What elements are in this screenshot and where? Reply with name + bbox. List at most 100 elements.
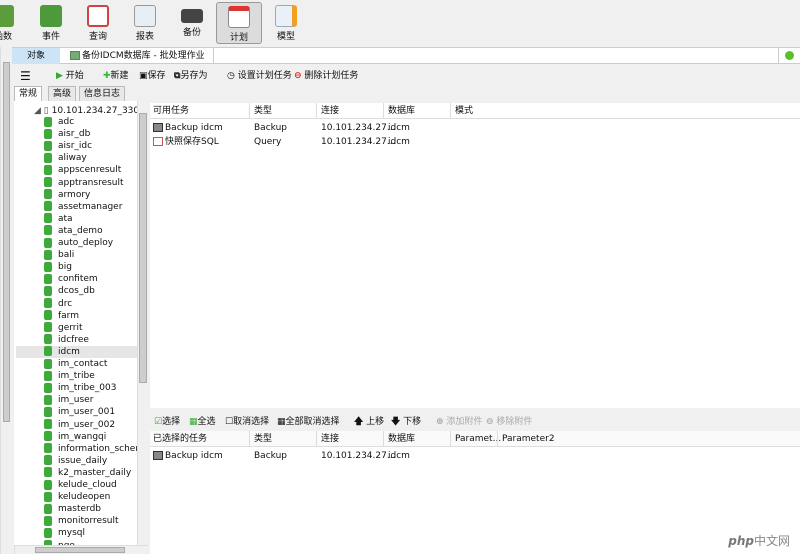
tree-item-confitem[interactable]: confitem [44, 273, 98, 285]
add-attachment-button[interactable]: ⊕ 添加附件 [436, 416, 482, 428]
column-divider[interactable] [316, 103, 317, 119]
left-scrollbar[interactable] [0, 47, 12, 554]
column-header[interactable]: 连接 [321, 103, 339, 119]
toolbar-event[interactable]: 事件 [28, 2, 74, 44]
database-icon [44, 189, 52, 200]
tree-item-keludeopen[interactable]: keludeopen [44, 491, 110, 503]
tree-item-gerrit[interactable]: gerrit [44, 322, 83, 334]
column-divider[interactable] [383, 431, 384, 447]
column-divider[interactable] [316, 431, 317, 447]
tree-item-information_schema[interactable]: information_schema [44, 443, 137, 455]
tree-item-auto_deploy[interactable]: auto_deploy [44, 237, 113, 249]
column-header[interactable]: 类型 [254, 431, 272, 447]
select-all-button[interactable]: ▦全选 [189, 416, 216, 428]
start-button[interactable]: ▶ 开始 [56, 70, 84, 82]
tree-item-masterdb[interactable]: masterdb [44, 503, 101, 515]
move-up-button[interactable]: 🡅 上移 [354, 416, 384, 428]
tab-info-log[interactable]: 信息日志 [79, 86, 126, 101]
toolbar-backup[interactable]: 备份 [169, 2, 215, 44]
tree-item-im_user_001[interactable]: im_user_001 [44, 406, 115, 418]
set-schedule-button[interactable]: ◷ 设置计划任务 [227, 70, 292, 82]
tab-objects[interactable]: 对象 [12, 48, 60, 64]
new-button[interactable]: ✚新建 [103, 70, 129, 82]
menu-icon[interactable]: ☰ [20, 70, 31, 82]
tree-item-issue_daily[interactable]: issue_daily [44, 455, 107, 467]
tree-item-apptransresult[interactable]: apptransresult [44, 177, 124, 189]
tree-item-bali[interactable]: bali [44, 249, 74, 261]
tree-item-k2_master_daily[interactable]: k2_master_daily [44, 467, 131, 479]
tab-general[interactable]: 常规 [14, 86, 43, 101]
column-header[interactable]: 模式 [455, 103, 473, 119]
tab-batch-job[interactable]: 备份IDCM数据库 - 批处理作业 [62, 48, 214, 64]
tree-item-assetmanager[interactable]: assetmanager [44, 201, 122, 213]
selected-tasks-header: 已选择的任务 类型 连接 数据库 Paramet... Parameter2 [150, 431, 800, 447]
column-divider[interactable] [249, 103, 250, 119]
column-divider[interactable] [249, 431, 250, 447]
toolbar-report[interactable]: 报表 [122, 2, 168, 44]
toolbar-model[interactable]: 模型 [263, 2, 309, 44]
tree-item-adc[interactable]: adc [44, 116, 74, 128]
column-header[interactable]: 数据库 [388, 431, 415, 447]
column-header[interactable]: Paramet... [455, 431, 501, 447]
column-header[interactable]: 数据库 [388, 103, 415, 119]
table-cell: Backup [254, 451, 287, 461]
tree-item-mysql[interactable]: mysql [44, 527, 85, 539]
tree-hscrollbar[interactable] [14, 545, 148, 554]
database-icon [44, 515, 52, 526]
toolbar-function[interactable]: 函数 [0, 2, 26, 44]
toolbar-schedule[interactable]: 计划 [216, 2, 262, 44]
tree-item-aliway[interactable]: aliway [44, 152, 87, 164]
tree-item-drc[interactable]: drc [44, 298, 72, 310]
tree-item-farm[interactable]: farm [44, 310, 79, 322]
tree-item-im_user_002[interactable]: im_user_002 [44, 419, 115, 431]
column-divider[interactable] [497, 431, 498, 447]
tree-item-im_wangqi[interactable]: im_wangqi [44, 431, 106, 443]
add-tab-button[interactable] [778, 48, 800, 64]
column-divider[interactable] [383, 103, 384, 119]
tree-item-big[interactable]: big [44, 261, 72, 273]
toolbar-query[interactable]: 查询 [75, 2, 121, 44]
select-button[interactable]: ☑选择 [154, 416, 180, 428]
move-down-button[interactable]: 🡇 下移 [391, 416, 421, 428]
deselect-all-button[interactable]: ▦全部取消选择 [277, 416, 340, 428]
column-divider[interactable] [450, 431, 451, 447]
column-header[interactable]: Parameter2 [502, 431, 555, 447]
tree-item-im_tribe[interactable]: im_tribe [44, 370, 95, 382]
column-header[interactable]: 已选择的任务 [153, 431, 207, 447]
table-row[interactable]: 快照保存SQL Query 10.101.234.27... idcm [150, 136, 800, 149]
tree-item-monitorresult[interactable]: monitorresult [44, 515, 119, 527]
tab-advanced[interactable]: 高级 [48, 86, 77, 101]
database-tree[interactable]: ◢ ▯ 10.101.234.27_3308 adc aisr_db aisr_id… [14, 101, 137, 546]
tree-item-idcfree[interactable]: idcfree [44, 334, 89, 346]
tree-item-aisr_idc[interactable]: aisr_idc [44, 140, 92, 152]
batch-job-icon [70, 51, 80, 60]
tree-item-im_tribe_003[interactable]: im_tribe_003 [44, 382, 116, 394]
column-header[interactable]: 可用任务 [153, 103, 189, 119]
tree-item-ata_demo[interactable]: ata_demo [44, 225, 103, 237]
tree-item-aisr_db[interactable]: aisr_db [44, 128, 90, 140]
clock-icon: ◷ [227, 71, 235, 81]
save-button[interactable]: ▣保存 [139, 70, 166, 82]
tree-item-im_user[interactable]: im_user [44, 394, 93, 406]
tree-item-dcos_db[interactable]: dcos_db [44, 285, 95, 297]
column-divider[interactable] [450, 103, 451, 119]
function-icon [0, 5, 14, 27]
tree-item-appscenresult[interactable]: appscenresult [44, 164, 121, 176]
column-header[interactable]: 连接 [321, 431, 339, 447]
table-row[interactable]: Backup idcm Backup 10.101.234.27... idcm [150, 122, 800, 135]
tree-item-kelude_cloud[interactable]: kelude_cloud [44, 479, 117, 491]
tree-item-im_contact[interactable]: im_contact [44, 358, 107, 370]
deselect-button[interactable]: ☐取消选择 [225, 416, 269, 428]
database-icon [44, 346, 52, 357]
table-row[interactable]: Backup idcm Backup 10.101.234.27... idcm [150, 450, 800, 463]
tree-item-idcm[interactable]: idcm [16, 345, 137, 358]
remove-attachment-button[interactable]: ⊖ 移除附件 [486, 416, 532, 428]
tree-item-ata[interactable]: ata [44, 213, 73, 225]
delete-schedule-button[interactable]: ⊖ 删除计划任务 [294, 70, 358, 82]
watermark-logo: php中文网 [724, 531, 794, 550]
tree-item-armory[interactable]: armory [44, 189, 90, 201]
save-as-button[interactable]: ⧉另存为 [174, 70, 207, 82]
column-header[interactable]: 类型 [254, 103, 272, 119]
tree-scrollbar[interactable] [137, 101, 148, 546]
task-icon [153, 137, 163, 146]
